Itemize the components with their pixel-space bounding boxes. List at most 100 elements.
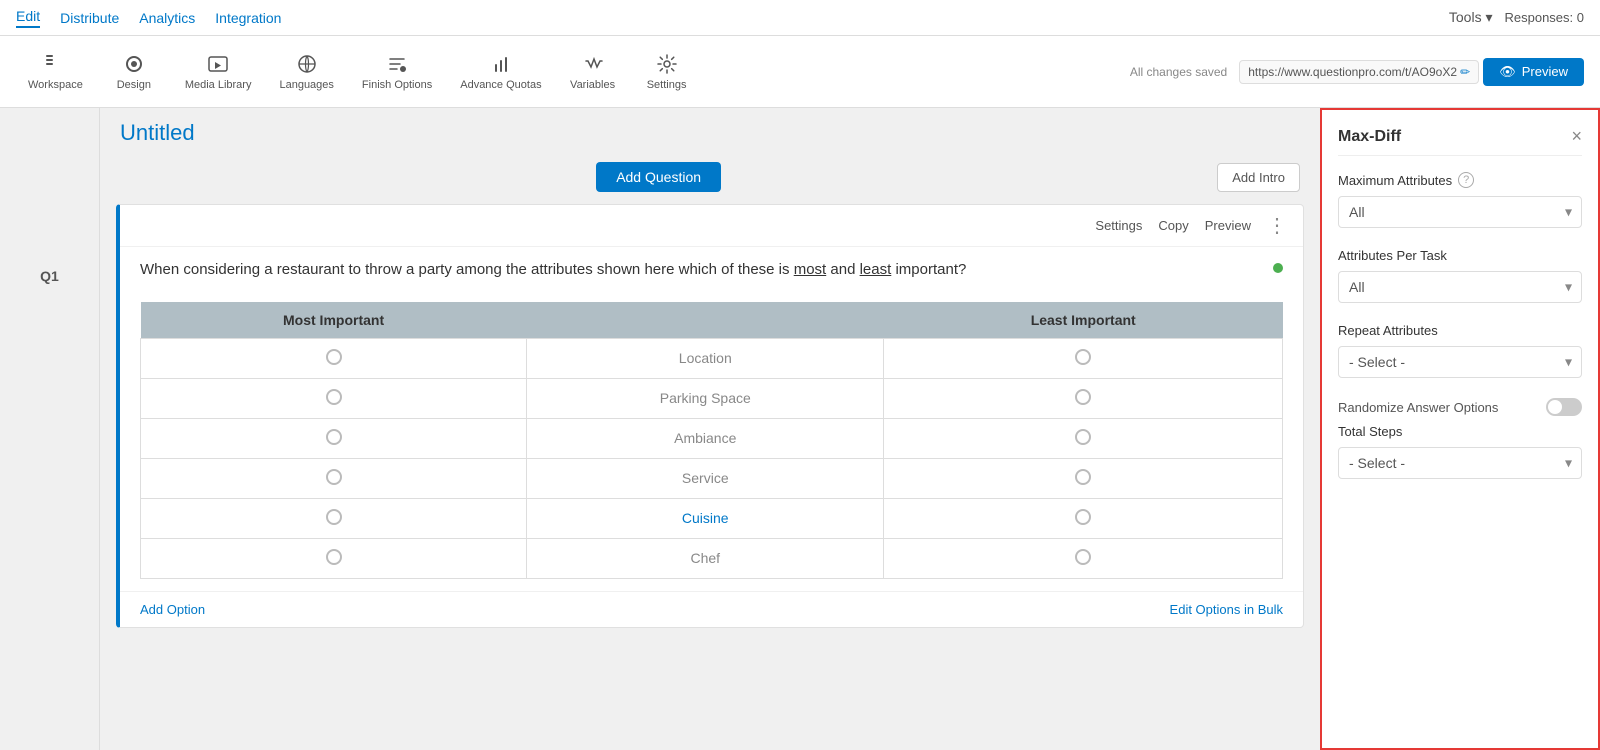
least-radio[interactable] bbox=[1075, 549, 1091, 565]
active-indicator bbox=[1273, 263, 1283, 273]
most-radio-cell[interactable] bbox=[141, 458, 527, 498]
nav-edit[interactable]: Edit bbox=[16, 8, 40, 28]
design-icon bbox=[123, 53, 145, 75]
most-important-header: Most Important bbox=[141, 302, 527, 339]
repeat-attributes-select-wrapper: - Select - bbox=[1338, 346, 1582, 378]
toggle-knob bbox=[1548, 400, 1562, 414]
top-nav-left: Edit Distribute Analytics Integration bbox=[16, 8, 281, 28]
randomize-toggle[interactable] bbox=[1546, 398, 1582, 416]
least-radio-cell[interactable] bbox=[884, 378, 1283, 418]
least-radio[interactable] bbox=[1075, 349, 1091, 365]
most-radio-cell[interactable] bbox=[141, 378, 527, 418]
add-question-button[interactable]: Add Question bbox=[596, 162, 721, 192]
languages-icon bbox=[296, 53, 318, 75]
randomize-label: Randomize Answer Options bbox=[1338, 400, 1498, 415]
diff-table: Most Important Least Important Location … bbox=[140, 302, 1283, 579]
most-radio-cell[interactable] bbox=[141, 418, 527, 458]
randomize-row: Randomize Answer Options bbox=[1338, 398, 1582, 416]
total-steps-select[interactable]: - Select - bbox=[1338, 447, 1582, 479]
least-radio-cell[interactable] bbox=[884, 458, 1283, 498]
design-label: Design bbox=[117, 79, 151, 91]
least-radio[interactable] bbox=[1075, 389, 1091, 405]
settings-link[interactable]: Settings bbox=[1095, 218, 1142, 233]
repeat-attributes-label: Repeat Attributes bbox=[1338, 323, 1582, 338]
most-radio[interactable] bbox=[326, 549, 342, 565]
media-library-label: Media Library bbox=[185, 79, 252, 91]
tools-button[interactable]: Tools ▾ bbox=[1449, 9, 1493, 26]
preview-link[interactable]: Preview bbox=[1205, 218, 1251, 233]
preview-label: Preview bbox=[1522, 64, 1568, 79]
toolbar-settings[interactable]: Settings bbox=[632, 47, 702, 97]
edit-url-icon[interactable]: ✏ bbox=[1460, 65, 1470, 79]
responses-count: Responses: 0 bbox=[1505, 10, 1585, 25]
eye-icon: 👁 bbox=[1499, 64, 1516, 80]
least-radio[interactable] bbox=[1075, 509, 1091, 525]
nav-analytics[interactable]: Analytics bbox=[139, 10, 195, 26]
variables-label: Variables bbox=[570, 79, 615, 91]
toolbar-variables[interactable]: Variables bbox=[558, 47, 628, 97]
max-attributes-select-wrapper: All bbox=[1338, 196, 1582, 228]
left-sidebar: Q1 bbox=[0, 108, 100, 750]
table-row: Service bbox=[141, 458, 1283, 498]
panel-header: Max-Diff × bbox=[1338, 126, 1582, 156]
attributes-per-task-select[interactable]: All bbox=[1338, 271, 1582, 303]
media-library-icon bbox=[207, 53, 229, 75]
most-radio[interactable] bbox=[326, 469, 342, 485]
question-text-after: important? bbox=[895, 261, 966, 278]
nav-integration[interactable]: Integration bbox=[215, 10, 281, 26]
most-radio[interactable] bbox=[326, 389, 342, 405]
least-radio-cell[interactable] bbox=[884, 538, 1283, 578]
advance-quotas-label: Advance Quotas bbox=[460, 79, 541, 91]
max-attributes-help-icon[interactable]: ? bbox=[1458, 172, 1474, 188]
most-radio[interactable] bbox=[326, 429, 342, 445]
finish-options-icon bbox=[386, 53, 408, 75]
most-radio[interactable] bbox=[326, 509, 342, 525]
toolbar-media-library[interactable]: Media Library bbox=[173, 47, 264, 97]
add-intro-button[interactable]: Add Intro bbox=[1217, 163, 1300, 192]
nav-distribute[interactable]: Distribute bbox=[60, 10, 119, 26]
most-radio-cell[interactable] bbox=[141, 498, 527, 538]
preview-button[interactable]: 👁 Preview bbox=[1483, 58, 1584, 86]
max-attributes-label: Maximum Attributes ? bbox=[1338, 172, 1582, 188]
survey-header: Untitled bbox=[100, 108, 1320, 154]
variables-icon bbox=[582, 53, 604, 75]
most-radio-cell[interactable] bbox=[141, 538, 527, 578]
settings-label: Settings bbox=[647, 79, 687, 91]
most-radio[interactable] bbox=[326, 349, 342, 365]
close-icon[interactable]: × bbox=[1571, 126, 1582, 147]
finish-options-label: Finish Options bbox=[362, 79, 432, 91]
toolbar-finish-options[interactable]: Finish Options bbox=[350, 47, 444, 97]
total-steps-label: Total Steps bbox=[1338, 424, 1582, 439]
toolbar-advance-quotas[interactable]: Advance Quotas bbox=[448, 47, 553, 97]
least-radio[interactable] bbox=[1075, 429, 1091, 445]
least-radio-cell[interactable] bbox=[884, 498, 1283, 538]
least-radio-cell[interactable] bbox=[884, 338, 1283, 378]
copy-link[interactable]: Copy bbox=[1158, 218, 1188, 233]
main-layout: Q1 Untitled Add Question Add Intro Setti… bbox=[0, 108, 1600, 750]
attribute-cell: Cuisine bbox=[527, 498, 884, 538]
toolbar-languages[interactable]: Languages bbox=[267, 47, 345, 97]
question-text-before: When considering a restaurant to throw a… bbox=[140, 261, 790, 278]
repeat-attributes-select[interactable]: - Select - bbox=[1338, 346, 1582, 378]
table-row: Parking Space bbox=[141, 378, 1283, 418]
url-bar[interactable]: https://www.questionpro.com/t/AO9oX2 ✏ bbox=[1239, 60, 1479, 84]
top-nav-right: Tools ▾ Responses: 0 bbox=[1449, 9, 1584, 26]
panel-title: Max-Diff bbox=[1338, 128, 1401, 146]
question-card: Settings Copy Preview ⋮ When considering… bbox=[116, 204, 1304, 628]
max-attributes-select[interactable]: All bbox=[1338, 196, 1582, 228]
least-radio[interactable] bbox=[1075, 469, 1091, 485]
top-nav: Edit Distribute Analytics Integration To… bbox=[0, 0, 1600, 36]
attribute-cell: Service bbox=[527, 458, 884, 498]
toolbar-workspace[interactable]: Workspace bbox=[16, 47, 95, 97]
workspace-icon bbox=[44, 53, 66, 75]
attribute-header bbox=[527, 302, 884, 339]
toolbar: Workspace Design Media Library Languages… bbox=[0, 36, 1600, 108]
attribute-cell: Ambiance bbox=[527, 418, 884, 458]
toolbar-design[interactable]: Design bbox=[99, 47, 169, 97]
least-radio-cell[interactable] bbox=[884, 418, 1283, 458]
center-content: Untitled Add Question Add Intro Settings… bbox=[100, 108, 1320, 750]
most-radio-cell[interactable] bbox=[141, 338, 527, 378]
add-option-link[interactable]: Add Option bbox=[140, 602, 205, 617]
edit-bulk-link[interactable]: Edit Options in Bulk bbox=[1170, 602, 1283, 617]
more-options-icon[interactable]: ⋮ bbox=[1267, 213, 1287, 238]
